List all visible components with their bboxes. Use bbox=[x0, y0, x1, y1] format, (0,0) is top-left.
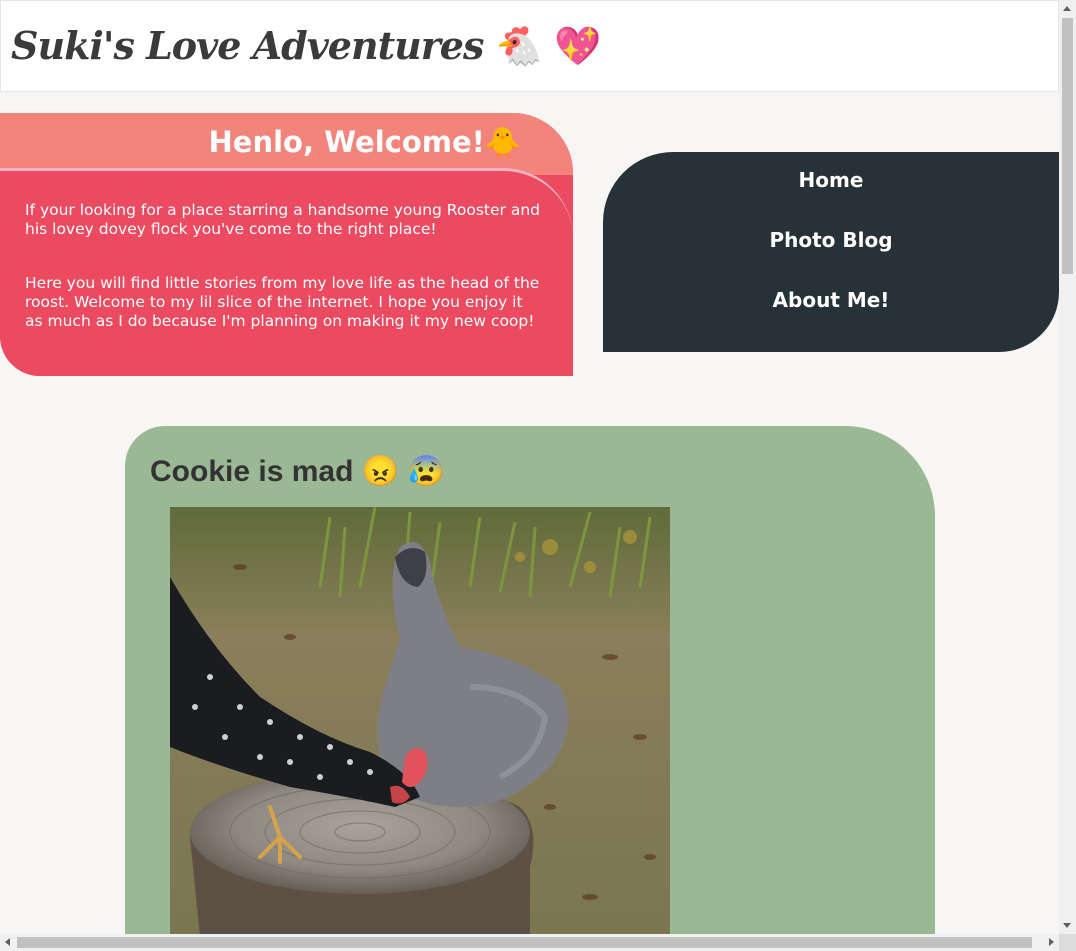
welcome-paragraph-2: Here you will find little stories from m… bbox=[25, 274, 540, 330]
site-title: Suki's Love Adventures 🐔 💖 bbox=[11, 23, 602, 68]
post-photo bbox=[170, 507, 670, 937]
welcome-card-body: If your looking for a place starring a h… bbox=[0, 168, 573, 376]
post-title: Cookie is mad 😠 😰 bbox=[150, 455, 445, 488]
site-header: Suki's Love Adventures 🐔 💖 bbox=[0, 0, 1059, 92]
main-nav: Home Photo Blog About Me! bbox=[603, 152, 1059, 352]
scrollbar-corner bbox=[1059, 934, 1076, 951]
blog-post-card: Cookie is mad 😠 😰 bbox=[125, 426, 935, 951]
chick-emoji: 🐥 bbox=[484, 125, 521, 159]
horizontal-scroll-thumb[interactable] bbox=[17, 937, 1032, 948]
chickens-photo-illustration bbox=[170, 507, 670, 937]
angry-anxious-emoji: 😠 😰 bbox=[361, 455, 445, 488]
nav-link-about-me[interactable]: About Me! bbox=[603, 288, 1059, 312]
vertical-scroll-thumb[interactable] bbox=[1062, 18, 1073, 274]
chicken-heart-emoji: 🐔 💖 bbox=[495, 23, 602, 68]
welcome-paragraph-1: If your looking for a place starring a h… bbox=[25, 201, 540, 238]
vertical-scrollbar[interactable] bbox=[1059, 0, 1076, 934]
welcome-card: Henlo, Welcome!🐥 If your looking for a p… bbox=[0, 113, 573, 376]
welcome-card-header: Henlo, Welcome!🐥 bbox=[0, 113, 573, 175]
scroll-down-arrow-icon[interactable] bbox=[1063, 923, 1071, 928]
nav-link-photo-blog[interactable]: Photo Blog bbox=[603, 228, 1059, 252]
welcome-title: Henlo, Welcome!🐥 bbox=[208, 125, 521, 159]
scroll-right-arrow-icon[interactable] bbox=[1049, 938, 1054, 946]
scroll-left-arrow-icon[interactable] bbox=[5, 938, 10, 946]
horizontal-scrollbar[interactable] bbox=[0, 934, 1059, 951]
nav-link-home[interactable]: Home bbox=[603, 168, 1059, 192]
welcome-text: If your looking for a place starring a h… bbox=[25, 201, 545, 366]
scroll-up-arrow-icon[interactable] bbox=[1063, 6, 1071, 11]
